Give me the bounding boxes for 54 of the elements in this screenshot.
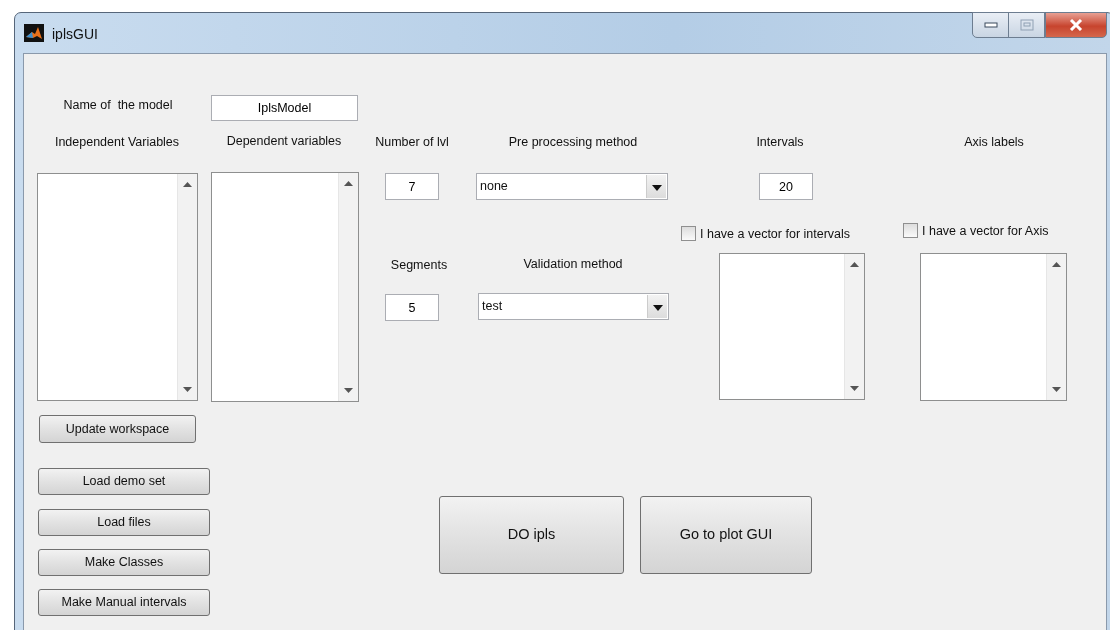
field-label: Number of lvl [374, 134, 450, 151]
checkbox[interactable] [903, 223, 918, 238]
minimize-button[interactable] [972, 12, 1009, 38]
dropdown[interactable]: test [478, 293, 669, 320]
list-box[interactable] [37, 173, 198, 401]
scrollbar[interactable] [338, 173, 358, 401]
field-label: Axis labels [963, 134, 1025, 151]
list-box[interactable] [920, 253, 1067, 401]
maximize-button[interactable] [1008, 12, 1045, 38]
minimize-icon [983, 22, 998, 29]
app-icon [24, 23, 44, 41]
maximize-icon [1019, 19, 1034, 32]
field-label: Name of the model [62, 97, 174, 114]
dropdown[interactable]: none [476, 173, 668, 200]
close-button[interactable] [1045, 12, 1107, 38]
caret-icon[interactable] [653, 305, 663, 311]
action-button[interactable]: Go to plot GUI [640, 496, 812, 574]
caret-icon[interactable] [652, 185, 662, 191]
action-button[interactable]: Make Classes [38, 549, 210, 576]
scroll-up-icon[interactable] [344, 181, 353, 186]
scroll-up-icon[interactable] [1052, 262, 1061, 267]
dropdown-value: test [482, 298, 503, 316]
scroll-down-icon[interactable] [183, 387, 192, 392]
action-button[interactable]: Load files [38, 509, 210, 536]
scroll-down-icon[interactable] [344, 388, 353, 393]
checkbox-label: I have a vector for intervals [700, 226, 851, 243]
scroll-down-icon[interactable] [850, 386, 859, 391]
list-box[interactable] [211, 172, 359, 402]
scrollbar[interactable] [177, 174, 197, 400]
text-field[interactable]: 7 [385, 173, 439, 200]
text-field[interactable]: 5 [385, 294, 439, 321]
window-title: iplsGUI [52, 25, 98, 42]
field-label: Independent Variables [53, 134, 181, 151]
scrollbar[interactable] [844, 254, 864, 399]
action-button[interactable]: Update workspace [39, 415, 196, 443]
checkbox-label: I have a vector for Axis [922, 223, 1049, 240]
scroll-up-icon[interactable] [850, 262, 859, 267]
field-label: Pre processing method [507, 134, 639, 151]
field-label: Dependent variables [225, 133, 343, 150]
action-button[interactable]: Load demo set [38, 468, 210, 495]
scroll-up-icon[interactable] [183, 182, 192, 187]
text-field[interactable]: 20 [759, 173, 813, 200]
close-icon [1069, 19, 1083, 32]
field-label: Validation method [522, 256, 624, 273]
action-button[interactable]: DO ipls [439, 496, 624, 574]
dropdown-value: none [480, 178, 508, 196]
scrollbar[interactable] [1046, 254, 1066, 400]
action-button[interactable]: Make Manual intervals [38, 589, 210, 616]
checkbox[interactable] [681, 226, 696, 241]
list-box[interactable] [719, 253, 865, 400]
field-label: Intervals [755, 134, 805, 151]
scroll-down-icon[interactable] [1052, 387, 1061, 392]
field-label: Segments [389, 257, 449, 274]
text-field[interactable]: IplsModel [211, 95, 358, 121]
